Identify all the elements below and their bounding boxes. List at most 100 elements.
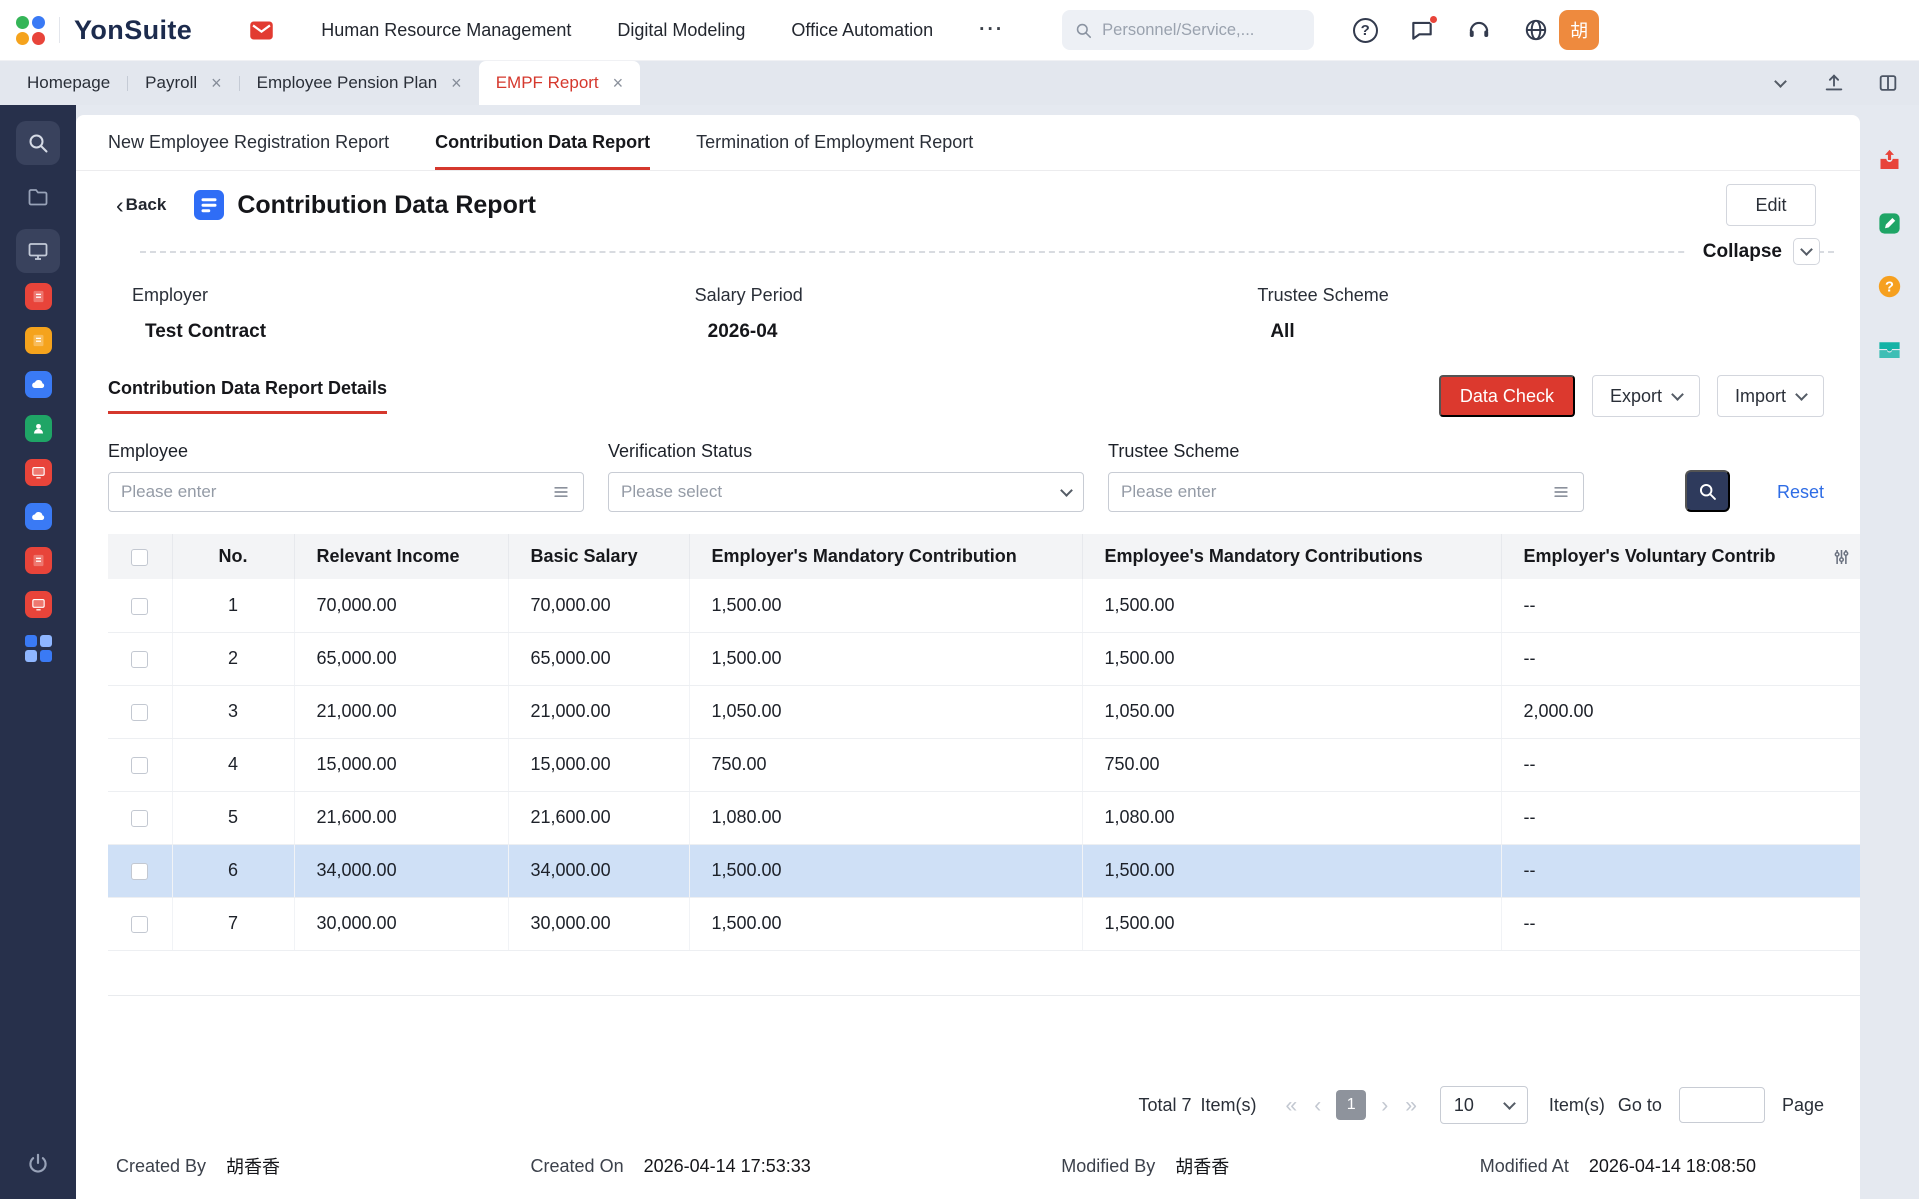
row-checkbox[interactable] bbox=[131, 863, 148, 880]
publish-box-icon[interactable] bbox=[1876, 147, 1903, 174]
help-circle-icon[interactable]: ? bbox=[1876, 273, 1903, 300]
row-checkbox[interactable] bbox=[131, 651, 148, 668]
title-row: ‹ Back Contribution Data Report Edit bbox=[76, 171, 1860, 231]
employee-input[interactable] bbox=[121, 482, 543, 502]
row-checkbox[interactable] bbox=[131, 598, 148, 615]
last-page-icon[interactable]: » bbox=[1403, 1095, 1419, 1116]
table-row-selected[interactable]: 6 34,000.00 34,000.00 1,500.00 1,500.00 … bbox=[108, 844, 1860, 897]
export-button[interactable]: Export bbox=[1592, 375, 1700, 417]
mail-icon[interactable] bbox=[248, 17, 275, 44]
collapse-chevron-button[interactable] bbox=[1793, 238, 1820, 265]
search-icon bbox=[1074, 21, 1093, 40]
tab-termination-of-employment-report[interactable]: Termination of Employment Report bbox=[696, 115, 973, 170]
tab-employee-pension-plan[interactable]: Employee Pension Plan × bbox=[240, 61, 479, 105]
table-row[interactable]: 5 21,600.00 21,600.00 1,080.00 1,080.00 … bbox=[108, 791, 1860, 844]
tab-empf-report[interactable]: EMPF Report × bbox=[479, 61, 641, 105]
employee-lookup-input[interactable] bbox=[108, 472, 584, 512]
table-row[interactable]: 7 30,000.00 30,000.00 1,500.00 1,500.00 … bbox=[108, 897, 1860, 950]
list-icon[interactable] bbox=[551, 482, 571, 502]
row-checkbox[interactable] bbox=[131, 810, 148, 827]
sidebar-app-icon-green[interactable] bbox=[25, 415, 52, 442]
nav-more-icon[interactable]: ··· bbox=[979, 19, 1004, 41]
help-icon[interactable]: ? bbox=[1350, 15, 1380, 45]
tab-contribution-data-report[interactable]: Contribution Data Report bbox=[435, 115, 650, 170]
sidebar-folder-icon[interactable] bbox=[16, 175, 60, 219]
export-label: Export bbox=[1610, 386, 1662, 407]
nav-item-office-automation[interactable]: Office Automation bbox=[791, 20, 933, 41]
column-settings-icon[interactable] bbox=[1831, 546, 1852, 567]
trustee-scheme-input[interactable] bbox=[1121, 482, 1543, 502]
table-row[interactable]: 3 21,000.00 21,000.00 1,050.00 1,050.00 … bbox=[108, 685, 1860, 738]
goto-page-input[interactable] bbox=[1679, 1087, 1765, 1123]
pen-icon[interactable] bbox=[1876, 210, 1903, 237]
first-page-icon[interactable]: « bbox=[1284, 1095, 1300, 1116]
close-icon[interactable]: × bbox=[613, 74, 624, 92]
nav-item-digital-modeling[interactable]: Digital Modeling bbox=[617, 20, 745, 41]
global-search-input[interactable] bbox=[1102, 21, 1302, 40]
column-header-no: No. bbox=[172, 534, 294, 579]
sidebar-app-icon-red-4[interactable] bbox=[25, 591, 52, 618]
sidebar-monitor-icon[interactable] bbox=[16, 229, 60, 273]
top-header: YonSuite Human Resource Management Digit… bbox=[0, 0, 1919, 61]
cell-employer-voluntary: -- bbox=[1501, 738, 1860, 791]
headset-icon[interactable] bbox=[1464, 15, 1494, 45]
select-all-checkbox[interactable] bbox=[131, 549, 148, 566]
yonsuite-logo-icon[interactable] bbox=[16, 16, 45, 45]
next-page-icon[interactable]: › bbox=[1379, 1095, 1390, 1116]
table-row[interactable]: 4 15,000.00 15,000.00 750.00 750.00 -- bbox=[108, 738, 1860, 791]
layout-panels-icon[interactable] bbox=[1873, 68, 1903, 98]
table-row[interactable]: 1 70,000.00 70,000.00 1,500.00 1,500.00 … bbox=[108, 579, 1860, 632]
current-page[interactable]: 1 bbox=[1336, 1090, 1366, 1120]
verification-status-select[interactable]: Please select bbox=[608, 472, 1084, 512]
collapse-toggle[interactable]: Collapse bbox=[1687, 238, 1820, 265]
top-navigation: Human Resource Management Digital Modeli… bbox=[321, 20, 933, 41]
power-icon[interactable] bbox=[25, 1151, 51, 1177]
prev-page-icon[interactable]: ‹ bbox=[1312, 1095, 1323, 1116]
reset-link[interactable]: Reset bbox=[1777, 482, 1824, 503]
tab-label: Payroll bbox=[145, 73, 197, 93]
tab-new-employee-registration-report[interactable]: New Employee Registration Report bbox=[108, 115, 389, 170]
items-label: Item(s) bbox=[1201, 1095, 1257, 1116]
cell-employee-mandatory: 750.00 bbox=[1082, 738, 1501, 791]
chevron-down-icon[interactable] bbox=[1765, 68, 1795, 98]
close-icon[interactable]: × bbox=[211, 74, 222, 92]
back-button[interactable]: ‹ Back bbox=[116, 194, 166, 217]
upload-icon[interactable] bbox=[1819, 68, 1849, 98]
inbox-icon[interactable] bbox=[1876, 336, 1903, 363]
edit-button[interactable]: Edit bbox=[1726, 184, 1816, 226]
list-icon[interactable] bbox=[1551, 482, 1571, 502]
tab-payroll[interactable]: Payroll × bbox=[128, 61, 238, 105]
sidebar-app-icon-grid[interactable] bbox=[25, 635, 52, 662]
sidebar-app-icon-blue-2[interactable] bbox=[25, 503, 52, 530]
nav-item-hrm[interactable]: Human Resource Management bbox=[321, 20, 571, 41]
sidebar-app-icon-blue-1[interactable] bbox=[25, 371, 52, 398]
details-table-area: No. Relevant Income Basic Salary Employe… bbox=[108, 534, 1860, 996]
tab-label: Employee Pension Plan bbox=[257, 73, 438, 93]
cell-employer-voluntary: -- bbox=[1501, 897, 1860, 950]
page-size-select[interactable]: 10 bbox=[1440, 1086, 1528, 1124]
field-employer: Employer Test Contract bbox=[132, 285, 695, 343]
goto-label: Go to bbox=[1618, 1095, 1662, 1116]
row-checkbox[interactable] bbox=[131, 704, 148, 721]
cell-basic-salary: 70,000.00 bbox=[508, 579, 689, 632]
globe-icon[interactable] bbox=[1521, 15, 1551, 45]
sidebar-search-icon[interactable] bbox=[16, 121, 60, 165]
tab-homepage[interactable]: Homepage bbox=[10, 61, 127, 105]
filter-search-button[interactable] bbox=[1685, 470, 1730, 512]
trustee-scheme-lookup-input[interactable] bbox=[1108, 472, 1584, 512]
chat-icon[interactable] bbox=[1407, 15, 1437, 45]
sidebar-app-icon-red-3[interactable] bbox=[25, 547, 52, 574]
import-button[interactable]: Import bbox=[1717, 375, 1824, 417]
table-row[interactable]: 2 65,000.00 65,000.00 1,500.00 1,500.00 … bbox=[108, 632, 1860, 685]
row-checkbox[interactable] bbox=[131, 757, 148, 774]
avatar[interactable]: 胡 bbox=[1559, 10, 1599, 50]
sidebar-app-icon-orange[interactable] bbox=[25, 327, 52, 354]
cell-no: 7 bbox=[172, 897, 294, 950]
data-check-button[interactable]: Data Check bbox=[1439, 375, 1575, 417]
row-checkbox[interactable] bbox=[131, 916, 148, 933]
sidebar-app-icon-red-2[interactable] bbox=[25, 459, 52, 486]
meta-value: 2026-04-14 17:53:33 bbox=[644, 1156, 811, 1177]
global-search[interactable] bbox=[1062, 10, 1314, 50]
close-icon[interactable]: × bbox=[451, 74, 462, 92]
sidebar-app-icon-red-1[interactable] bbox=[25, 283, 52, 310]
